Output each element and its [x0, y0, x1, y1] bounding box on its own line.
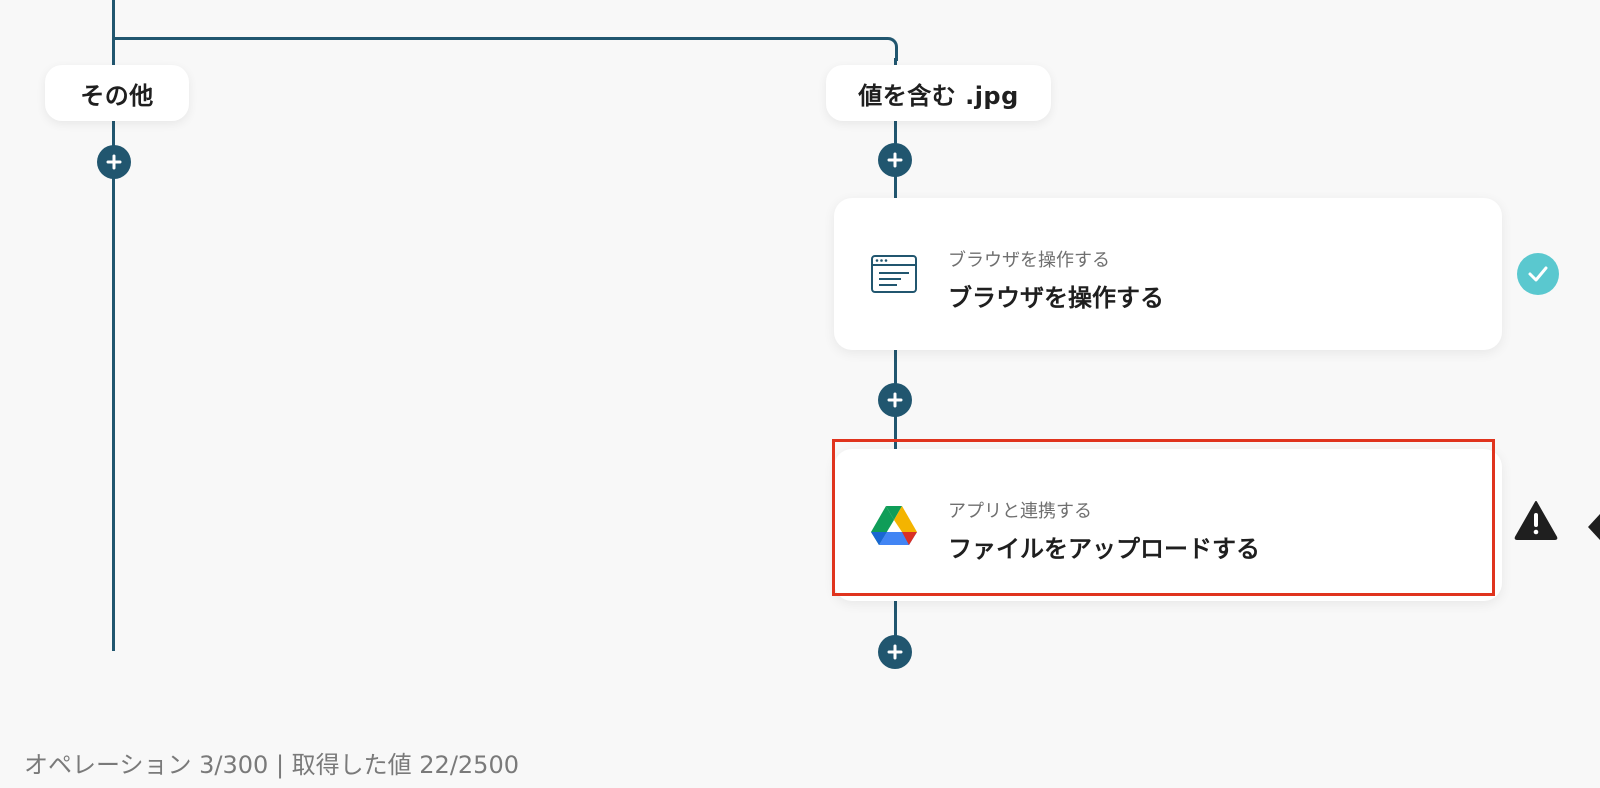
usage-counter: オペレーション 3/300 | 取得した値 22/2500	[24, 751, 519, 779]
browser-window-icon	[870, 254, 918, 298]
branch-label-jpg[interactable]: 値を含む .jpg	[826, 65, 1051, 121]
branch-label-other[interactable]: その他	[45, 65, 189, 121]
step-kind-label: アプリと連携する	[948, 501, 1092, 522]
plus-icon	[887, 152, 903, 168]
plus-icon	[887, 392, 903, 408]
plus-icon	[887, 644, 903, 660]
step-title: ファイルをアップロードする	[948, 535, 1260, 563]
step-kind-label: ブラウザを操作する	[948, 250, 1110, 271]
add-step-button-other-branch[interactable]	[97, 145, 131, 179]
step-title: ブラウザを操作する	[948, 284, 1164, 312]
branch-label-jpg-text: 値を含む .jpg	[858, 81, 1019, 110]
step-card-google-drive[interactable]: アプリと連携する ファイルをアップロードする	[834, 449, 1502, 601]
plus-icon	[106, 154, 122, 170]
step-card-browser[interactable]: ブラウザを操作する ブラウザを操作する	[834, 198, 1502, 350]
step-completed-check-icon	[1517, 253, 1559, 295]
branch-split-connector	[112, 37, 886, 40]
branch-label-other-text: その他	[80, 81, 154, 110]
google-drive-icon	[870, 505, 918, 549]
collapse-panel-arrow-icon[interactable]	[1586, 514, 1600, 540]
add-step-button-jpg-branch-bottom[interactable]	[878, 635, 912, 669]
add-step-button-jpg-branch-middle[interactable]	[878, 383, 912, 417]
add-step-button-jpg-branch-top[interactable]	[878, 143, 912, 177]
step-warning-icon	[1514, 500, 1558, 540]
